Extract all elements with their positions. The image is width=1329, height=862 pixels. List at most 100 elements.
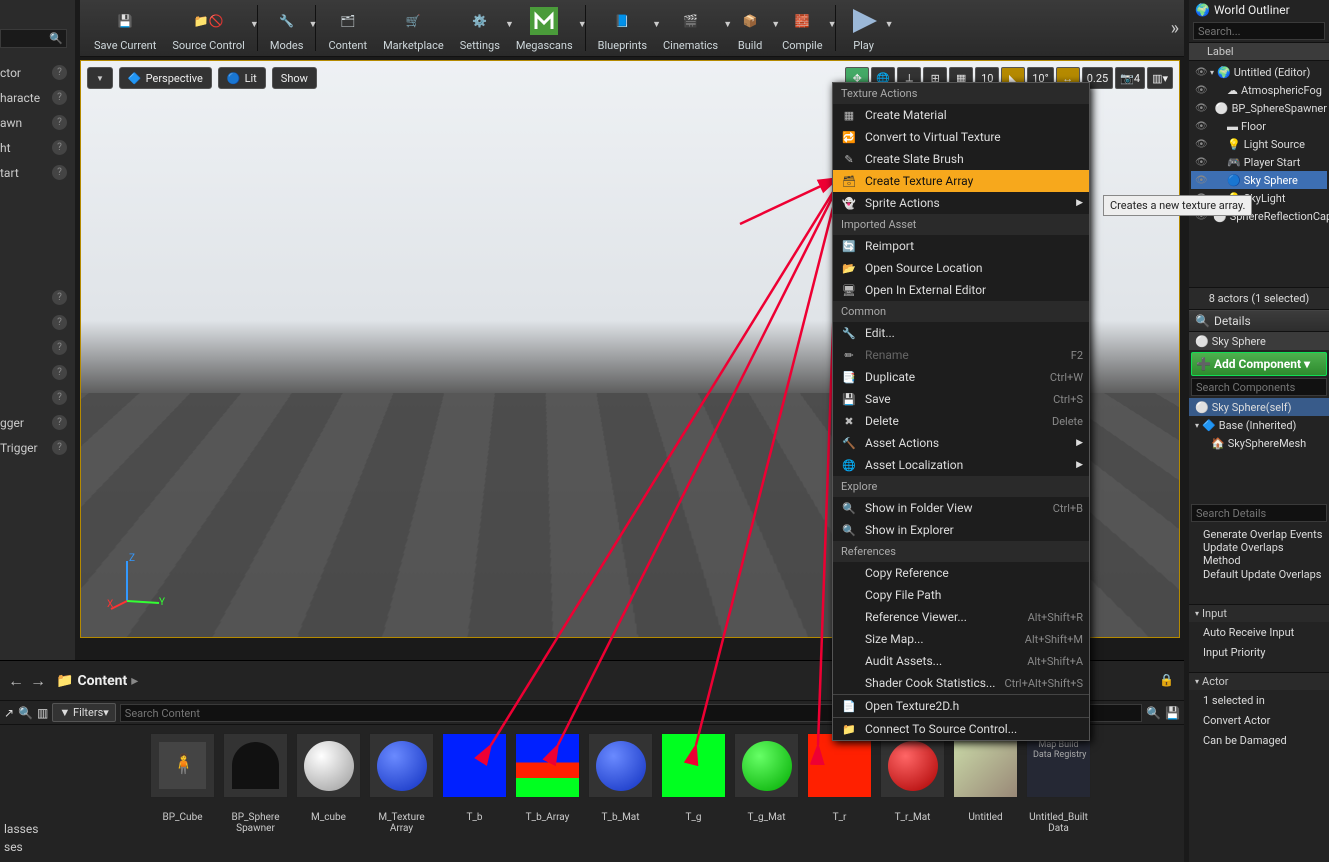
outliner-item-selected[interactable]: 👁🔵 Sky Sphere [1191, 171, 1327, 189]
class-row[interactable]: ses [0, 838, 27, 856]
placeactor-row[interactable]: ? [0, 360, 71, 385]
build-button[interactable]: 📦Build▼ [726, 3, 774, 54]
placeactor-trigger[interactable]: gger? [0, 410, 71, 435]
ctx-audit[interactable]: Audit Assets...Alt+Shift+A [833, 650, 1089, 672]
class-row[interactable]: lasses [0, 820, 42, 838]
asset-t-g[interactable]: T_g [661, 733, 726, 823]
add-component-button[interactable]: ➕ Add Component ▾ [1191, 352, 1327, 376]
outliner-label-col[interactable]: Label [1189, 42, 1329, 61]
details-mesh[interactable]: 🏠 SkySphereMesh [1189, 434, 1329, 452]
placeactor-row[interactable]: ? [0, 335, 71, 360]
compile-button[interactable]: 🧱Compile▼ [774, 3, 830, 54]
cb-expand-icon[interactable]: ↗ [4, 706, 14, 720]
ctx-size-map[interactable]: Size Map...Alt+Shift+M [833, 628, 1089, 650]
asset-t-r-mat[interactable]: T_r_Mat [880, 733, 945, 823]
details-cat-input[interactable]: ▾Input [1189, 604, 1329, 622]
ctx-ref-viewer[interactable]: Reference Viewer...Alt+Shift+R [833, 606, 1089, 628]
ctx-create-slate[interactable]: ✎Create Slate Brush [833, 148, 1089, 170]
asset-m-texture-array[interactable]: M_Texture Array [369, 733, 434, 834]
placeactor-start[interactable]: tart? [0, 160, 71, 185]
detail-row[interactable]: Input Priority [1189, 642, 1329, 662]
asset-t-b[interactable]: T_b [442, 733, 507, 823]
asset-bp-sphere-spawner[interactable]: BP_Sphere Spawner [223, 733, 288, 834]
ctx-edit[interactable]: 🔧Edit... [833, 322, 1089, 344]
viewport-menu[interactable]: ▼ [87, 67, 113, 89]
place-search[interactable]: 🔍 [0, 29, 67, 48]
details-component-search[interactable] [1191, 378, 1327, 396]
save-button[interactable]: 💾Save Current [86, 3, 164, 54]
cb-tree-toggle[interactable]: ▥ [37, 706, 48, 720]
lock-icon[interactable]: 🔒 [1159, 673, 1174, 687]
outliner-item[interactable]: 👁▬ Floor [1191, 117, 1327, 135]
cb-filters[interactable]: ▼ Filters▾ [52, 703, 115, 722]
detail-row[interactable]: Can be Damaged [1189, 730, 1329, 750]
cb-save-icon[interactable]: 💾 [1165, 706, 1180, 720]
asset-t-b-array[interactable]: T_b_Array [515, 733, 580, 823]
detail-row[interactable]: Convert Actor [1189, 710, 1329, 730]
ctx-show-folder[interactable]: 🔍Show in Folder ViewCtrl+B [833, 497, 1089, 519]
asset-built-data[interactable]: Map Build Data RegistryUntitled_Built Da… [1026, 733, 1091, 834]
show-button[interactable]: Show [272, 67, 317, 89]
ctx-sprite-actions[interactable]: 👻Sprite Actions▶ [833, 192, 1089, 214]
ctx-asset-actions[interactable]: 🔨Asset Actions▶ [833, 432, 1089, 454]
cb-path[interactable]: 📁 Content ▸ [56, 673, 138, 689]
asset-t-g-mat[interactable]: T_g_Mat [734, 733, 799, 823]
detail-row[interactable]: Auto Receive Input [1189, 622, 1329, 642]
placeactor-row[interactable]: ? [0, 285, 71, 310]
ctx-shader-stats[interactable]: Shader Cook Statistics...Ctrl+Alt+Shift+… [833, 672, 1089, 694]
toolbar-overflow-icon[interactable]: » [1171, 18, 1179, 39]
detail-row[interactable]: Default Update Overlaps [1189, 564, 1329, 584]
ctx-save[interactable]: 💾SaveCtrl+S [833, 388, 1089, 410]
outliner-item[interactable]: 👁⚪ BP_SphereSpawner [1191, 99, 1327, 117]
lit-button[interactable]: 🔵 Lit [218, 67, 266, 89]
ctx-reimport[interactable]: 🔄Reimport [833, 235, 1089, 257]
detail-row[interactable]: 1 selected in [1189, 690, 1329, 710]
asset-t-r[interactable]: T_r [807, 733, 872, 823]
play-button[interactable]: Play▼ [840, 3, 888, 54]
outliner-item[interactable]: 👁💡 Light Source [1191, 135, 1327, 153]
marketplace-button[interactable]: 🛒Marketplace [375, 3, 452, 54]
camera-speed[interactable]: 📷 4 [1115, 67, 1145, 89]
outliner-item[interactable]: 👁☁ AtmosphericFog [1191, 81, 1327, 99]
megascans-button[interactable]: Megascans▼ [508, 3, 581, 54]
detail-row[interactable]: Update Overlaps Method [1189, 544, 1329, 564]
source-control-button[interactable]: 📁🚫Source Control▼ [164, 3, 253, 54]
placeactor-row[interactable]: ? [0, 385, 71, 410]
outliner-search[interactable] [1193, 22, 1325, 40]
ctx-open-source[interactable]: 📂Open Source Location [833, 257, 1089, 279]
ctx-create-texture-array[interactable]: 🗃Create Texture Array [833, 170, 1089, 192]
ctx-show-explorer[interactable]: 🔍Show in Explorer [833, 519, 1089, 541]
asset-bp-cube[interactable]: 🧍BP_Cube [150, 733, 215, 823]
ctx-create-material[interactable]: ▦Create Material [833, 104, 1089, 126]
nav-back-icon[interactable]: ← [8, 671, 24, 691]
ctx-connect-src[interactable]: 📁Connect To Source Control... [833, 718, 1089, 740]
ctx-copy-path[interactable]: Copy File Path [833, 584, 1089, 606]
placeactor-light[interactable]: ht? [0, 135, 71, 160]
viewport-layout[interactable]: ▥▾ [1147, 67, 1173, 89]
search-icon[interactable]: 🔍 [18, 706, 33, 720]
asset-m-cube[interactable]: M_cube [296, 733, 361, 823]
asset-t-b-mat[interactable]: T_b_Mat [588, 733, 653, 823]
cinematics-button[interactable]: 🎬Cinematics▼ [655, 3, 726, 54]
perspective-button[interactable]: 🔷 Perspective [119, 67, 212, 89]
asset-untitled[interactable]: Untitled [953, 733, 1018, 823]
ctx-convert-vt[interactable]: 🔁Convert to Virtual Texture [833, 126, 1089, 148]
ctx-duplicate[interactable]: 📑DuplicateCtrl+W [833, 366, 1089, 388]
blueprints-button[interactable]: 📘Blueprints▼ [590, 3, 655, 54]
outliner-item[interactable]: 👁🎮 Player Start [1191, 153, 1327, 171]
ctx-delete[interactable]: ✖DeleteDelete [833, 410, 1089, 432]
search-icon[interactable]: 🔍 [1146, 706, 1161, 720]
nav-fwd-icon[interactable]: → [30, 671, 46, 691]
details-cat-actor[interactable]: ▾Actor [1189, 672, 1329, 690]
placeactor-actor[interactable]: ctor? [0, 60, 71, 85]
placeactor-row[interactable]: ? [0, 310, 71, 335]
details-self[interactable]: ⚪ Sky Sphere(self) [1189, 398, 1329, 416]
placeactor-pawn[interactable]: awn? [0, 110, 71, 135]
ctx-asset-loc[interactable]: 🌐Asset Localization▶ [833, 454, 1089, 476]
placeactor-character[interactable]: haracte? [0, 85, 71, 110]
placeactor-ptrigger[interactable]: Trigger? [0, 435, 71, 460]
ctx-copy-ref[interactable]: Copy Reference [833, 562, 1089, 584]
details-search[interactable] [1191, 504, 1327, 522]
details-base[interactable]: ▾🔷 Base (Inherited) [1189, 416, 1329, 434]
outliner-root[interactable]: 👁▾🌍 Untitled (Editor) [1191, 63, 1327, 81]
